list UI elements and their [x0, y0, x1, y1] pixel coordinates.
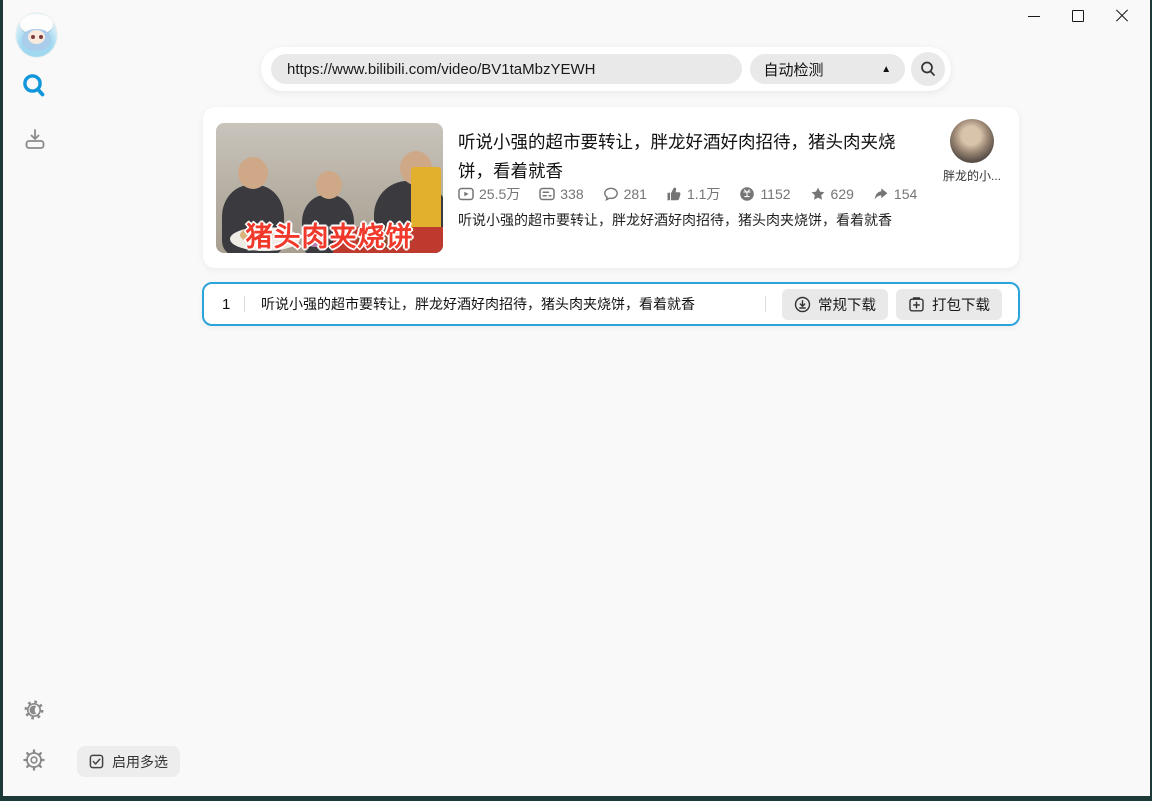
comment-icon [603, 187, 618, 202]
stat-coin-count: 1152 [739, 186, 791, 202]
minimize-button[interactable] [1012, 0, 1056, 32]
uploader-name: 胖龙的小... [942, 169, 1001, 183]
theme-icon [24, 700, 44, 720]
minimize-icon [1028, 15, 1040, 17]
window-controls [1012, 0, 1144, 32]
app-window: 自动检测 ▲ 猪头肉夹烧饼 听说小强的超市要转让，胖龙好酒好肉招 [0, 0, 1152, 801]
thumbnail-overlay-text: 猪头肉夹烧饼 [245, 222, 414, 252]
stat-danmaku-count: 338 [539, 186, 584, 202]
uploader[interactable]: 胖龙的小... [936, 119, 1008, 184]
stat-play-count: 25.5万 [458, 184, 520, 204]
uploader-avatar[interactable] [950, 119, 994, 163]
chevron-up-icon: ▲ [881, 63, 892, 75]
row-index: 1 [222, 295, 231, 313]
video-stats-row: 25.5万 338 281 1.1万 1152 629 154 [458, 184, 917, 204]
package-download-button[interactable]: 打包下载 [896, 288, 1002, 320]
maximize-icon [1072, 10, 1084, 22]
divider [765, 296, 766, 312]
sidebar-item-downloads[interactable] [22, 126, 48, 152]
close-button[interactable] [1100, 0, 1144, 32]
danmaku-icon [539, 187, 555, 201]
video-description: 听说小强的超市要转让，胖龙好酒好肉招待，猪头肉夹烧饼，看着就香 [458, 212, 892, 228]
like-icon [667, 187, 681, 201]
sidebar-item-settings[interactable] [23, 749, 45, 771]
stat-favorite-count: 629 [810, 186, 854, 202]
detect-mode-dropdown[interactable]: 自动检测 ▲ [749, 54, 906, 84]
video-card: 猪头肉夹烧饼 听说小强的超市要转让，胖龙好酒好肉招待，猪头肉夹烧饼，看着就香 2… [203, 107, 1019, 268]
app-avatar[interactable] [16, 13, 57, 57]
coin-icon [740, 187, 755, 201]
search-submit-button[interactable] [911, 52, 945, 86]
detect-mode-label: 自动检测 [763, 61, 824, 79]
maximize-button[interactable] [1056, 0, 1100, 32]
stat-share-count: 154 [873, 186, 917, 202]
close-icon [1115, 9, 1129, 23]
enable-multiselect-button[interactable]: 启用多选 [77, 746, 180, 777]
search-icon [921, 61, 935, 76]
download-icon [25, 129, 45, 149]
row-title: 听说小强的超市要转让，胖龙好酒好肉招待，猪头肉夹烧饼，看着就香 [261, 296, 695, 312]
url-input[interactable] [271, 54, 742, 84]
settings-gear-icon [23, 749, 45, 771]
package-plus-icon [909, 296, 924, 312]
play-count-icon [458, 187, 474, 201]
download-row[interactable]: 1 听说小强的超市要转让，胖龙好酒好肉招待，猪头肉夹烧饼，看着就香 常规下载 打… [202, 282, 1020, 326]
stat-like-count: 1.1万 [666, 184, 720, 204]
video-thumbnail[interactable]: 猪头肉夹烧饼 [216, 123, 443, 253]
sidebar-item-search[interactable] [20, 72, 48, 100]
url-bar: 自动检测 ▲ [261, 47, 951, 91]
search-icon [23, 74, 45, 97]
regular-download-button[interactable]: 常规下载 [782, 288, 888, 320]
checkbox-checked-icon [89, 754, 104, 769]
favorite-icon [811, 187, 824, 200]
divider [244, 296, 245, 312]
video-title[interactable]: 听说小强的超市要转让，胖龙好酒好肉招待，猪头肉夹烧饼，看着就香 [458, 128, 926, 186]
download-circle-icon [794, 296, 811, 312]
sidebar-item-theme[interactable] [23, 699, 45, 721]
share-icon [874, 188, 888, 200]
stat-comment-count: 281 [603, 186, 647, 202]
